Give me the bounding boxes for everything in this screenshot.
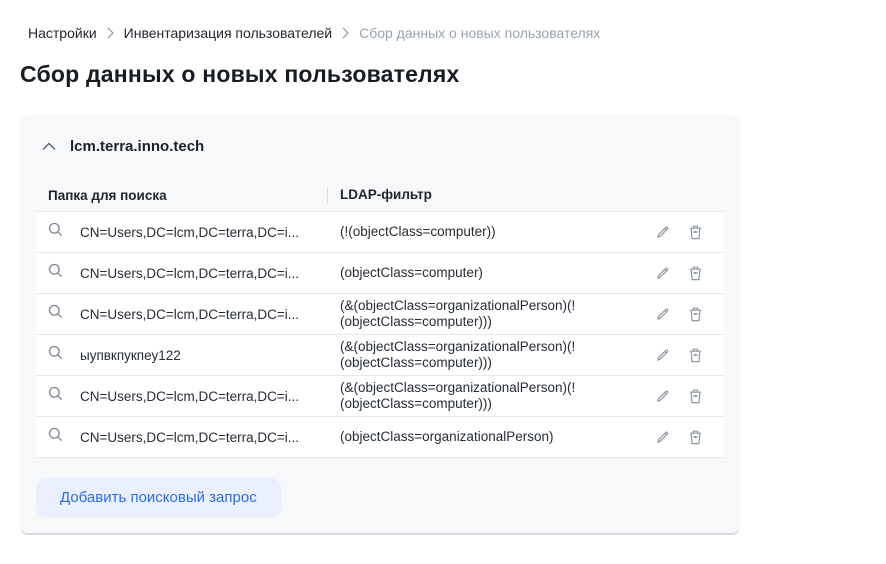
breadcrumb: Настройки Инвентаризация пользователей С…	[0, 0, 886, 41]
column-header-folder: Папка для поиска	[48, 187, 167, 203]
row-actions	[640, 389, 724, 404]
table-row: CN=Users,DC=lcm,DC=terra,DC=i... (object…	[36, 417, 724, 458]
breadcrumb-item-settings[interactable]: Настройки	[28, 25, 97, 41]
ldap-filter-text: (objectClass=organizationalPerson)	[340, 429, 554, 444]
page-title: Сбор данных о новых пользователях	[20, 61, 460, 87]
chevron-right-icon	[342, 27, 350, 39]
search-icon[interactable]	[48, 386, 63, 406]
table-body: CN=Users,DC=lcm,DC=terra,DC=i... (!(obje…	[36, 212, 724, 458]
panel-title: lcm.terra.inno.tech	[70, 138, 205, 155]
ldap-filter-text: (&(objectClass=organizationalPerson)(!(o…	[340, 339, 576, 370]
row-actions	[640, 348, 724, 363]
ldap-filter-text: (objectClass=computer)	[340, 265, 483, 280]
row-actions	[640, 266, 724, 281]
delete-button[interactable]	[689, 348, 702, 363]
edit-button[interactable]	[656, 430, 670, 444]
edit-button[interactable]	[656, 348, 670, 362]
breadcrumb-item-user-inventory[interactable]: Инвентаризация пользователей	[124, 25, 332, 41]
search-icon[interactable]	[48, 222, 63, 242]
folder-path-text: CN=Users,DC=lcm,DC=terra,DC=i...	[80, 265, 300, 281]
delete-button[interactable]	[689, 225, 702, 240]
folder-lookup-cell	[36, 386, 80, 406]
edit-button[interactable]	[656, 307, 670, 321]
edit-button[interactable]	[656, 225, 670, 239]
delete-button[interactable]	[689, 266, 702, 281]
add-search-query-button[interactable]: Добавить поисковый запрос	[36, 478, 281, 517]
folder-path-text: CN=Users,DC=lcm,DC=terra,DC=i...	[80, 224, 300, 240]
folder-path-text: CN=Users,DC=lcm,DC=terra,DC=i...	[80, 306, 300, 322]
delete-button[interactable]	[689, 430, 702, 445]
search-icon[interactable]	[48, 304, 63, 324]
ldap-filter-text: (&(objectClass=organizationalPerson)(!(o…	[340, 380, 576, 411]
column-header-ldap-filter: LDAP-фильтр	[327, 187, 724, 203]
folder-path-text: ыупвкпукпеу122	[80, 347, 181, 363]
ldap-filter-text: (!(objectClass=computer))	[340, 224, 496, 239]
page: Настройки Инвентаризация пользователей С…	[0, 0, 886, 535]
ldap-filter-text: (&(objectClass=organizationalPerson)(!(o…	[340, 298, 576, 329]
folder-lookup-cell	[36, 345, 80, 365]
breadcrumb-item-current: Сбор данных о новых пользователях	[359, 25, 601, 41]
table-row: CN=Users,DC=lcm,DC=terra,DC=i... (!(obje…	[36, 212, 724, 253]
folder-lookup-cell	[36, 263, 80, 283]
table-row: CN=Users,DC=lcm,DC=terra,DC=i... (object…	[36, 253, 724, 294]
table-row: CN=Users,DC=lcm,DC=terra,DC=i... (&(obje…	[36, 376, 724, 417]
panel-header[interactable]: lcm.terra.inno.tech	[36, 131, 724, 155]
chevron-up-icon[interactable]	[42, 142, 56, 151]
folder-path-text: CN=Users,DC=lcm,DC=terra,DC=i...	[80, 388, 300, 404]
folder-path-text: CN=Users,DC=lcm,DC=terra,DC=i...	[80, 429, 300, 445]
table-row: CN=Users,DC=lcm,DC=terra,DC=i... (&(obje…	[36, 294, 724, 335]
folder-lookup-cell	[36, 222, 80, 242]
folder-lookup-cell	[36, 427, 80, 447]
row-actions	[640, 430, 724, 445]
table-row: ыупвкпукпеу122 (&(objectClass=organizati…	[36, 335, 724, 376]
delete-button[interactable]	[689, 307, 702, 322]
edit-button[interactable]	[656, 266, 670, 280]
search-icon[interactable]	[48, 263, 63, 283]
row-actions	[640, 225, 724, 240]
edit-button[interactable]	[656, 389, 670, 403]
delete-button[interactable]	[689, 389, 702, 404]
search-icon[interactable]	[48, 427, 63, 447]
search-queries-table: Папка для поиска LDAP-фильтр CN=Users,DC…	[36, 179, 724, 458]
domain-panel: lcm.terra.inno.tech Папка для поиска LDA…	[20, 115, 740, 535]
chevron-right-icon	[107, 27, 114, 39]
search-icon[interactable]	[48, 345, 63, 365]
folder-lookup-cell	[36, 304, 80, 324]
row-actions	[640, 307, 724, 322]
table-header: Папка для поиска LDAP-фильтр	[36, 179, 724, 212]
